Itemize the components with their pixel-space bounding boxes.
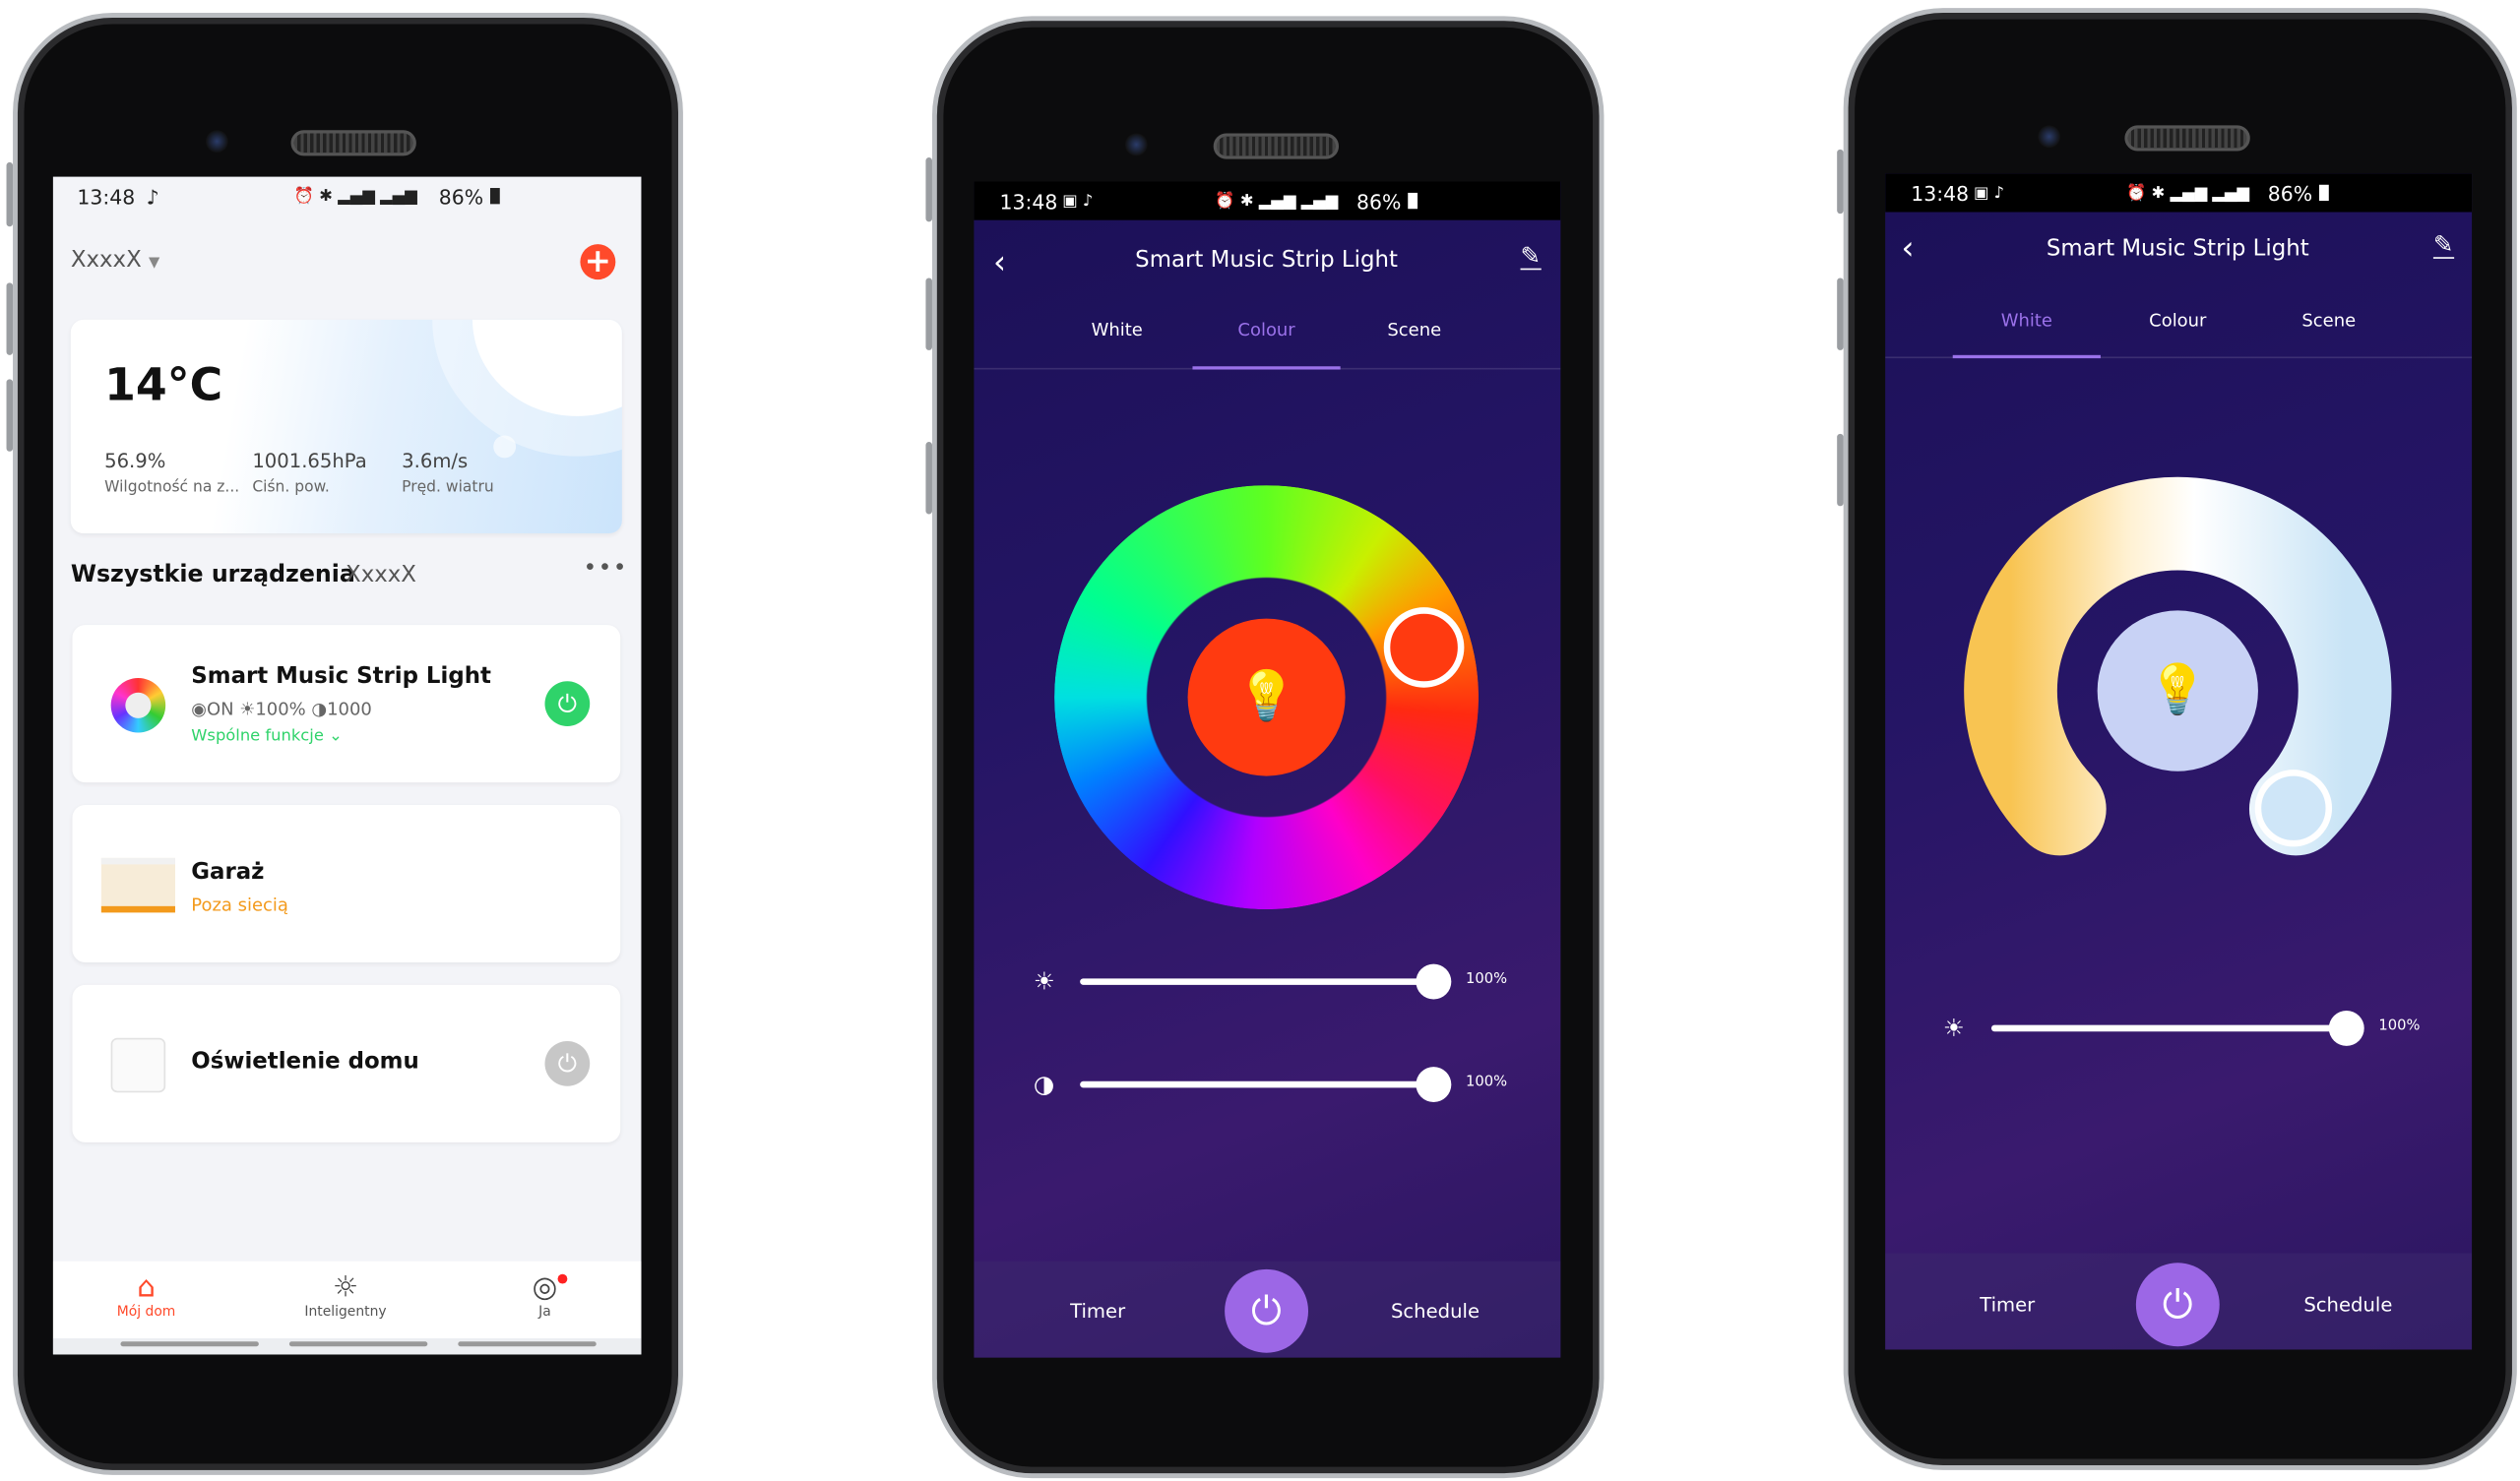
status-icons: ⏰ ✱ ▂▄▆ ▂▄▆ — [1215, 192, 1339, 211]
battery-icon — [489, 188, 500, 205]
status-time: 13:48 — [77, 183, 136, 209]
temperature: 14°C — [104, 358, 223, 411]
tab-colour[interactable]: Colour — [1237, 320, 1294, 340]
humidity-label: Wilgotność na z... — [104, 478, 240, 497]
saturation-icon: ◑ — [1033, 1070, 1055, 1099]
power-icon: ⏻ — [2162, 1281, 2193, 1327]
tiktok-icon: ♪ — [146, 183, 159, 209]
speaker-grill — [290, 130, 416, 156]
brightness-value: 100% — [2378, 1018, 2421, 1035]
device-name: Oświetlenie domu — [191, 1049, 419, 1076]
status-icons: ⏰ ✱ ▂▄▆ ▂▄▆ — [293, 187, 417, 206]
screen-title: Smart Music Strip Light — [1135, 247, 1398, 274]
common-functions-link[interactable]: Wspólne funkcje ⌄ — [191, 728, 342, 746]
power-icon: ⏻ — [1251, 1288, 1283, 1334]
colour-screen: 13:48 ▣ ♪ ⏰ ✱ ▂▄▆ ▂▄▆ 86% ‹ Smart Music … — [974, 181, 1561, 1358]
offline-status: Poza siecią — [191, 895, 288, 916]
device-card-garage[interactable]: Garaż Poza siecią — [72, 804, 621, 962]
battery-icon — [1408, 192, 1418, 210]
humidity-value: 56.9% — [104, 450, 166, 473]
brightness-value: 100% — [1466, 971, 1508, 989]
brightness-slider[interactable] — [1990, 1024, 2347, 1032]
section-title: Wszystkie urządzenia — [70, 562, 355, 588]
white-bulb: 💡 — [2097, 610, 2258, 771]
saturation-slider-handle[interactable] — [1416, 1067, 1452, 1103]
status-bar: 13:48 ♪ ⏰ ✱ ▂▄▆ ▂▄▆ 86% — [53, 177, 642, 216]
brightness-slider[interactable] — [1080, 978, 1434, 985]
home-screen: 13:48 ♪ ⏰ ✱ ▂▄▆ ▂▄▆ 86% XxxxX ▼ + 14°C 5… — [52, 176, 642, 1355]
schedule-button[interactable]: Schedule — [2303, 1293, 2392, 1316]
wind-value: 3.6m/s — [402, 450, 469, 473]
battery-level: 86% — [1355, 188, 1402, 214]
speaker-grill — [1213, 133, 1340, 159]
back-button[interactable]: ‹ — [993, 243, 1006, 281]
camera-icon — [205, 130, 228, 154]
strip-light-icon — [110, 677, 166, 733]
pressure-label: Ciśn. pow. — [252, 478, 330, 497]
white-picker-handle[interactable] — [2254, 770, 2333, 847]
battery-level: 86% — [438, 183, 484, 209]
sun-icon: ☼ — [332, 1270, 359, 1305]
timer-button[interactable]: Timer — [1980, 1293, 2035, 1316]
status-bar: 13:48 ▣ ♪ ⏰ ✱ ▂▄▆ ▂▄▆ 86% — [974, 181, 1561, 220]
garage-icon — [100, 857, 175, 913]
brightness-slider-handle[interactable] — [2328, 1010, 2364, 1046]
more-icon[interactable]: ••• — [584, 556, 628, 582]
power-button[interactable]: ⏻ — [1225, 1268, 1309, 1353]
active-tab-indicator — [1192, 366, 1341, 370]
device-status: ◉ON ☀100% ◑1000 — [191, 699, 372, 720]
white-screen: 13:48 ▣ ♪ ⏰ ✱ ▂▄▆ ▂▄▆ 86% ‹ Smart Music … — [1885, 173, 2473, 1350]
status-time: 13:48 — [999, 188, 1058, 214]
brightness-slider-handle[interactable] — [1416, 963, 1452, 1000]
switch-icon — [110, 1037, 166, 1093]
saturation-value: 100% — [1466, 1075, 1508, 1091]
home-name: XxxxX — [70, 247, 142, 274]
device-name: Garaż — [191, 859, 265, 886]
power-off-button[interactable]: ⏻ — [544, 1040, 591, 1086]
room-tab[interactable]: XxxxX — [346, 562, 416, 587]
moon-decoration — [472, 319, 622, 416]
nav-my-home[interactable]: ⌂ Mój dom — [98, 1270, 195, 1321]
speaker-grill — [2124, 125, 2250, 152]
colour-picker-handle[interactable] — [1383, 607, 1465, 688]
nav-label: Ja — [538, 1304, 551, 1322]
weather-card[interactable]: 14°C 56.9% Wilgotność na z... 1001.65hPa… — [70, 319, 622, 534]
brightness-icon: ☀ — [1942, 1014, 1965, 1043]
wind-label: Pręd. wiatru — [402, 478, 494, 497]
power-on-button[interactable]: ⏻ — [544, 681, 591, 726]
tab-white[interactable]: White — [1092, 320, 1143, 340]
add-device-button[interactable]: + — [580, 243, 616, 280]
saturation-slider[interactable] — [1080, 1080, 1434, 1088]
nav-me[interactable]: ◎ Ja — [497, 1270, 594, 1321]
home-selector[interactable]: XxxxX ▼ — [71, 247, 159, 273]
nav-label: Mój dom — [116, 1304, 176, 1322]
schedule-button[interactable]: Schedule — [1391, 1300, 1480, 1323]
pressure-value: 1001.65hPa — [252, 450, 367, 473]
selected-colour-bulb: 💡 — [1187, 618, 1346, 776]
camera-icon — [2038, 125, 2061, 149]
device-card-home-lighting[interactable]: Oświetlenie domu ⏻ — [72, 984, 621, 1142]
nav-smart[interactable]: ☼ Inteligentny — [297, 1270, 394, 1321]
device-card-strip-light[interactable]: Smart Music Strip Light ◉ON ☀100% ◑1000 … — [72, 625, 621, 783]
profile-icon: ◎ — [497, 1270, 594, 1305]
device-name: Smart Music Strip Light — [191, 663, 491, 690]
tab-scene[interactable]: Scene — [1387, 320, 1441, 340]
notification-badge — [557, 1273, 568, 1284]
edit-icon[interactable]: ✎ — [1520, 243, 1542, 271]
power-button[interactable]: ⏻ — [2135, 1263, 2220, 1347]
home-icon: ⌂ — [137, 1270, 156, 1305]
bottom-nav: ⌂ Mój dom ☼ Inteligentny ◎ Ja — [52, 1261, 642, 1355]
gallery-icon: ▣ ♪ — [1062, 192, 1094, 211]
timer-button[interactable]: Timer — [1070, 1300, 1125, 1323]
camera-icon — [1124, 133, 1148, 156]
caret-down-icon: ▼ — [149, 255, 160, 272]
nav-label: Inteligentny — [304, 1304, 387, 1322]
brightness-icon: ☀ — [1033, 966, 1055, 997]
